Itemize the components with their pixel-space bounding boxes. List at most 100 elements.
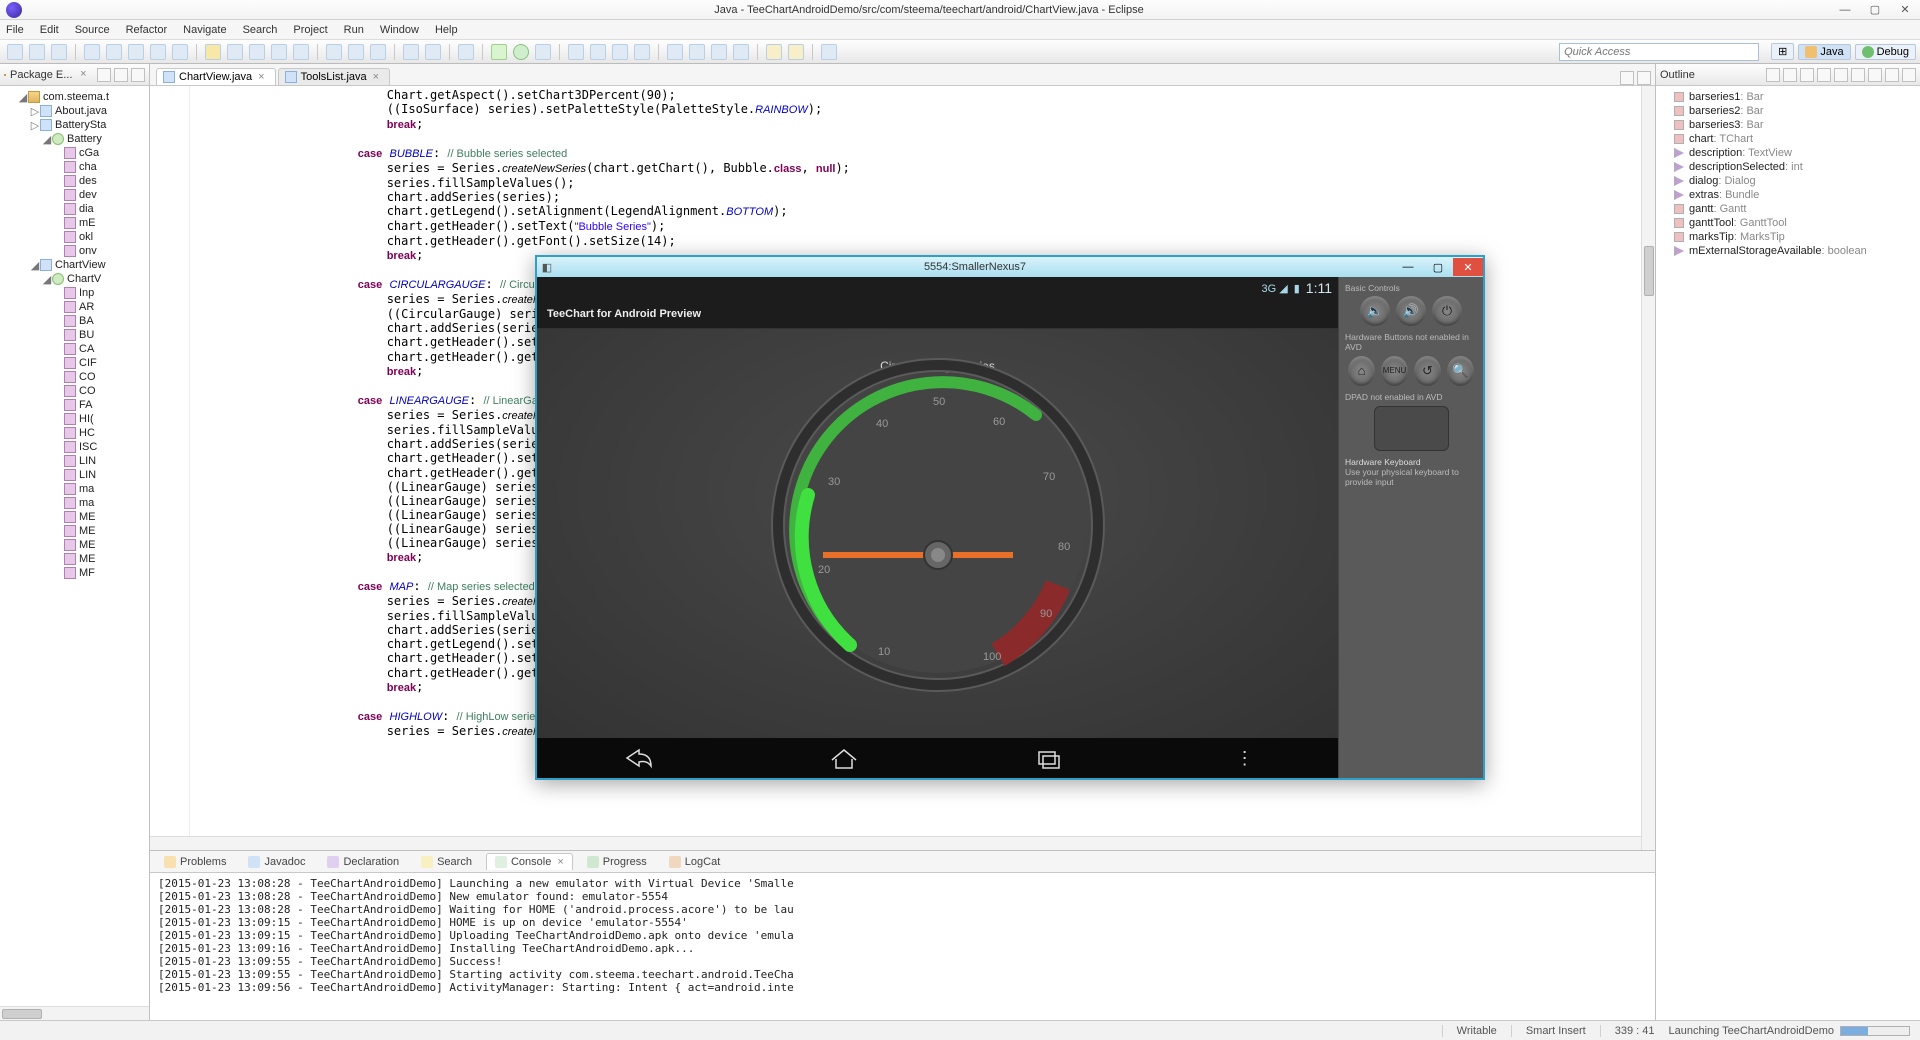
tree-row[interactable]: BA <box>0 314 149 328</box>
tree-row[interactable]: LIN <box>0 468 149 482</box>
tree-row[interactable]: cha <box>0 160 149 174</box>
outline-item[interactable]: barseries1 : Bar <box>1656 90 1920 104</box>
bottom-tab-problems[interactable]: Problems <box>156 854 234 870</box>
tool-button[interactable] <box>733 44 749 60</box>
tree-row[interactable]: HC <box>0 426 149 440</box>
tree-row[interactable]: ▷BatterySta <box>0 118 149 132</box>
tree-row[interactable]: ISC <box>0 440 149 454</box>
bottom-tab-declaration[interactable]: Declaration <box>319 854 407 870</box>
close-button[interactable]: ✕ <box>1890 1 1920 19</box>
view-icon[interactable] <box>1868 68 1882 82</box>
forward-button[interactable] <box>788 44 804 60</box>
view-icon[interactable] <box>1800 68 1814 82</box>
debug-perspective-button[interactable]: Debug <box>1855 44 1916 60</box>
tree-row[interactable]: ma <box>0 496 149 510</box>
outline-item[interactable]: mExternalStorageAvailable : boolean <box>1656 244 1920 258</box>
home-hw-button[interactable]: ⌂ <box>1348 356 1375 386</box>
quick-access-input[interactable] <box>1559 43 1759 61</box>
menu-window[interactable]: Window <box>380 24 419 36</box>
emulator-minimize-button[interactable]: — <box>1393 258 1423 276</box>
menu-navigate[interactable]: Navigate <box>183 24 226 36</box>
tool-button[interactable] <box>590 44 606 60</box>
view-icon[interactable] <box>1851 68 1865 82</box>
run-config-button[interactable] <box>535 44 551 60</box>
tool-button[interactable] <box>689 44 705 60</box>
tree-row[interactable]: ◢ChartView <box>0 258 149 272</box>
bottom-tab-logcat[interactable]: LogCat <box>661 854 728 870</box>
tree-row[interactable]: mE <box>0 216 149 230</box>
tool-button[interactable] <box>348 44 364 60</box>
outline-item[interactable]: marksTip : MarksTip <box>1656 230 1920 244</box>
bottom-tab-search[interactable]: Search <box>413 854 480 870</box>
close-icon[interactable]: × <box>373 71 379 83</box>
tree-row[interactable]: Inp <box>0 286 149 300</box>
search-hw-button[interactable]: 🔍 <box>1447 356 1474 386</box>
view-icon[interactable] <box>1902 68 1916 82</box>
maximize-button[interactable]: ▢ <box>1860 1 1890 19</box>
outline-item[interactable]: chart : TChart <box>1656 132 1920 146</box>
package-explorer-tree[interactable]: ◢com.steema.t▷About.java▷BatterySta◢Batt… <box>0 86 149 1020</box>
open-perspective-button[interactable]: ⊞ <box>1771 43 1794 60</box>
editor-tab[interactable]: ToolsList.java× <box>278 68 390 85</box>
emulator-maximize-button[interactable]: ▢ <box>1423 258 1453 276</box>
tool-button[interactable] <box>612 44 628 60</box>
tree-row[interactable]: FA <box>0 398 149 412</box>
tree-row[interactable]: ▷About.java <box>0 104 149 118</box>
view-icon[interactable] <box>1783 68 1797 82</box>
emulator-window[interactable]: ◧ 5554:SmallerNexus7 — ▢ ✕ 3G ◢ ▮ 1:11 T… <box>535 255 1485 780</box>
outline-item[interactable]: description : TextView <box>1656 146 1920 160</box>
menu-refactor[interactable]: Refactor <box>126 24 168 36</box>
view-icon[interactable] <box>1885 68 1899 82</box>
maximize-view-icon[interactable] <box>1637 71 1651 85</box>
tree-row[interactable]: CIF <box>0 356 149 370</box>
menu-run[interactable]: Run <box>344 24 364 36</box>
menu-search[interactable]: Search <box>243 24 278 36</box>
horizontal-scrollbar[interactable] <box>150 836 1641 850</box>
tool-button[interactable] <box>821 44 837 60</box>
outline-tree[interactable]: barseries1 : Barbarseries2 : Barbarserie… <box>1656 86 1920 1020</box>
tree-row[interactable]: ◢Battery <box>0 132 149 146</box>
editor-tab[interactable]: ChartView.java× <box>156 68 276 85</box>
outline-item[interactable]: extras : Bundle <box>1656 188 1920 202</box>
tool-button[interactable] <box>458 44 474 60</box>
close-icon[interactable]: × <box>557 856 563 868</box>
outline-item[interactable]: gantt : Gantt <box>1656 202 1920 216</box>
outline-item[interactable]: descriptionSelected : int <box>1656 160 1920 174</box>
tree-row[interactable]: BU <box>0 328 149 342</box>
tool-button[interactable] <box>84 44 100 60</box>
tree-row[interactable]: CO <box>0 370 149 384</box>
volume-button[interactable]: 🔈 <box>1360 296 1390 326</box>
tree-row[interactable]: LIN <box>0 454 149 468</box>
nav-menu-button[interactable]: ⋮ <box>1236 748 1254 769</box>
dpad[interactable] <box>1374 406 1449 451</box>
close-icon[interactable]: × <box>76 68 90 82</box>
tool-button[interactable] <box>634 44 650 60</box>
tree-row[interactable]: dev <box>0 188 149 202</box>
tool-button[interactable] <box>271 44 287 60</box>
tree-row[interactable]: CA <box>0 342 149 356</box>
emulator-close-button[interactable]: ✕ <box>1453 258 1483 276</box>
view-icon[interactable] <box>1834 68 1848 82</box>
tool-button[interactable] <box>568 44 584 60</box>
nav-recent-button[interactable] <box>1031 746 1067 770</box>
bottom-tab-console[interactable]: Console × <box>486 853 573 870</box>
tool-button[interactable] <box>667 44 683 60</box>
outline-item[interactable]: barseries2 : Bar <box>1656 104 1920 118</box>
back-hw-button[interactable]: ↺ <box>1414 356 1441 386</box>
outline-item[interactable]: barseries3 : Bar <box>1656 118 1920 132</box>
view-icon[interactable] <box>114 68 128 82</box>
tree-row[interactable]: HI( <box>0 412 149 426</box>
vertical-scrollbar[interactable] <box>1641 86 1655 850</box>
tool-button[interactable] <box>326 44 342 60</box>
tree-row[interactable]: AR <box>0 300 149 314</box>
tree-row[interactable]: ME <box>0 552 149 566</box>
tree-row[interactable]: ME <box>0 538 149 552</box>
minimize-button[interactable]: — <box>1830 1 1860 19</box>
volume-up-button[interactable]: 🔊 <box>1396 296 1426 326</box>
tool-button[interactable] <box>403 44 419 60</box>
back-button[interactable] <box>766 44 782 60</box>
horizontal-scrollbar[interactable] <box>0 1006 149 1020</box>
close-icon[interactable]: × <box>258 71 264 83</box>
tool-button[interactable] <box>172 44 188 60</box>
view-icon[interactable] <box>1766 68 1780 82</box>
